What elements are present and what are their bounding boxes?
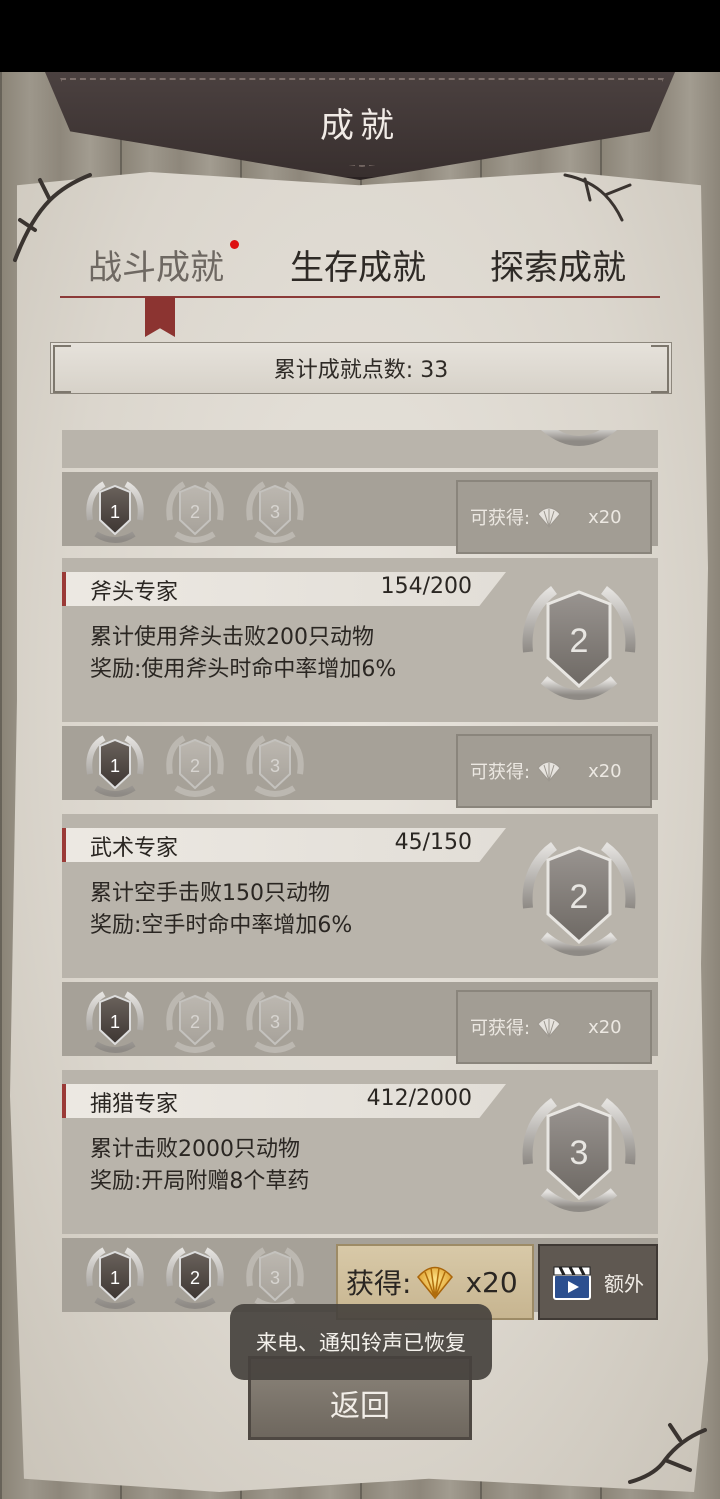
achievement-card-axe: 斧头专家 154/200 累计使用斧头击败200只动物 奖励:使用斧头时命中率增… <box>62 558 658 808</box>
achievement-description: 累计空手击败150只动物 奖励:空手时命中率增加6% <box>90 878 352 942</box>
watch-video-extra-button[interactable]: 额外 <box>538 1244 658 1320</box>
card-footer: 1 2 3 获得: x20 额外 <box>62 1238 658 1320</box>
medal-earned-1: 1 <box>86 1247 144 1309</box>
achievement-points-label: 累计成就点数: 33 <box>273 358 449 383</box>
description-line: 累计空手击败150只动物 <box>90 881 330 906</box>
medal-earned-2: 2 <box>166 1247 224 1309</box>
frame-corner-left <box>53 345 71 393</box>
back-button-label: 返回 <box>330 1389 390 1424</box>
big-rank-badge: 2 <box>522 841 636 956</box>
svg-text:2: 2 <box>570 622 589 660</box>
achievement-description: 累计击败2000只动物 奖励:开局附赠8个草药 <box>90 1134 309 1198</box>
svg-text:2: 2 <box>570 878 589 916</box>
svg-text:3: 3 <box>270 1268 280 1288</box>
video-clapper-icon <box>553 1266 591 1300</box>
svg-text:3: 3 <box>570 1134 589 1172</box>
reward-description: 奖励:使用斧头时命中率增加6% <box>90 657 397 682</box>
toast-message: 来电、通知铃声已恢复 <box>256 1331 466 1355</box>
achievement-card: 1 2 3 可获得: x20 <box>62 430 658 554</box>
big-rank-badge <box>541 430 617 446</box>
svg-text:3: 3 <box>270 1012 280 1032</box>
reward-label: 可获得: <box>470 762 531 783</box>
reward-button-disabled[interactable]: 可获得: x20 <box>456 480 652 554</box>
achievement-points-bar: 累计成就点数: 33 <box>50 342 672 394</box>
system-toast: 来电、通知铃声已恢复 <box>230 1304 492 1380</box>
page-title: 成就 <box>320 106 400 146</box>
reward-count: x20 <box>465 1265 518 1299</box>
reward-button-disabled[interactable]: 可获得: x20 <box>456 990 652 1064</box>
medal-locked-3: 3 <box>246 481 304 543</box>
achievement-progress: 154/200 <box>380 574 472 599</box>
reward-label: 获得: <box>346 1267 412 1300</box>
medal-locked-3: 3 <box>246 991 304 1053</box>
svg-text:2: 2 <box>190 1268 200 1288</box>
reward-button-disabled[interactable]: 可获得: x20 <box>456 734 652 808</box>
shell-icon <box>537 507 561 528</box>
description-line: 累计使用斧头击败200只动物 <box>90 625 374 650</box>
medal-locked-2: 2 <box>166 735 224 797</box>
achievement-progress: 45/150 <box>394 830 472 855</box>
extra-label: 额外 <box>604 1271 644 1296</box>
reward-count: x20 <box>588 760 622 782</box>
reward-label: 可获得: <box>470 508 531 529</box>
tab-survival[interactable]: 生存成就 <box>290 240 426 289</box>
tab-combat[interactable]: 战斗成就 <box>88 240 224 289</box>
svg-text:1: 1 <box>110 502 120 522</box>
medal-earned-1: 1 <box>86 481 144 543</box>
svg-text:3: 3 <box>270 502 280 522</box>
achievement-name: 武术专家 <box>90 836 179 861</box>
card-name-bar: 捕猎专家 412/2000 <box>62 1084 506 1118</box>
medal-earned-1: 1 <box>86 991 144 1053</box>
branch-decoration-bottom-right <box>628 1423 707 1484</box>
reward-label: 可获得: <box>470 1018 531 1039</box>
big-rank-badge: 2 <box>522 585 636 700</box>
svg-text:1: 1 <box>110 756 120 776</box>
svg-text:2: 2 <box>190 756 200 776</box>
shell-icon <box>537 761 561 782</box>
achievement-card-hunt: 捕猎专家 412/2000 累计击败2000只动物 奖励:开局附赠8个草药 3 … <box>62 1070 658 1320</box>
svg-text:1: 1 <box>110 1012 120 1032</box>
svg-text:1: 1 <box>110 1268 120 1288</box>
notification-dot <box>230 240 239 249</box>
medal-earned-1: 1 <box>86 735 144 797</box>
big-rank-badge: 3 <box>522 1097 636 1212</box>
description-line: 累计击败2000只动物 <box>90 1137 300 1162</box>
gold-shell-icon <box>417 1266 454 1300</box>
achievement-progress: 412/2000 <box>366 1086 472 1111</box>
tab-exploration[interactable]: 探索成就 <box>490 240 626 289</box>
medal-locked-2: 2 <box>166 481 224 543</box>
reward-description: 奖励:开局附赠8个草药 <box>90 1169 310 1194</box>
medal-locked-3: 3 <box>246 735 304 797</box>
svg-text:2: 2 <box>190 502 200 522</box>
card-footer: 1 2 3 可获得: x20 <box>62 982 658 1064</box>
medal-locked-2: 2 <box>166 991 224 1053</box>
achievement-name: 斧头专家 <box>90 580 179 605</box>
branch-decoration-top-right <box>563 173 632 222</box>
achievement-list[interactable]: 1 2 3 可获得: x20 斧头专家 154/200 累计使用斧头击败200只… <box>62 430 658 1330</box>
card-footer: 1 2 3 可获得: x20 <box>62 472 658 554</box>
svg-text:2: 2 <box>190 1012 200 1032</box>
reward-description: 奖励:空手时命中率增加6% <box>90 913 353 938</box>
achievement-card-martial: 武术专家 45/150 累计空手击败150只动物 奖励:空手时命中率增加6% 2… <box>62 814 658 1064</box>
reward-count: x20 <box>588 506 622 528</box>
achievement-description: 累计使用斧头击败200只动物 奖励:使用斧头时命中率增加6% <box>90 622 396 686</box>
reward-count: x20 <box>588 1016 622 1038</box>
svg-text:3: 3 <box>270 756 280 776</box>
card-name-bar: 武术专家 45/150 <box>62 828 506 862</box>
medal-locked-3: 3 <box>246 1247 304 1309</box>
shell-icon <box>537 1017 561 1038</box>
card-footer: 1 2 3 可获得: x20 <box>62 726 658 808</box>
card-name-bar: 斧头专家 154/200 <box>62 572 506 606</box>
frame-corner-right <box>651 345 669 393</box>
achievement-name: 捕猎专家 <box>90 1092 179 1117</box>
status-bar <box>0 0 720 72</box>
